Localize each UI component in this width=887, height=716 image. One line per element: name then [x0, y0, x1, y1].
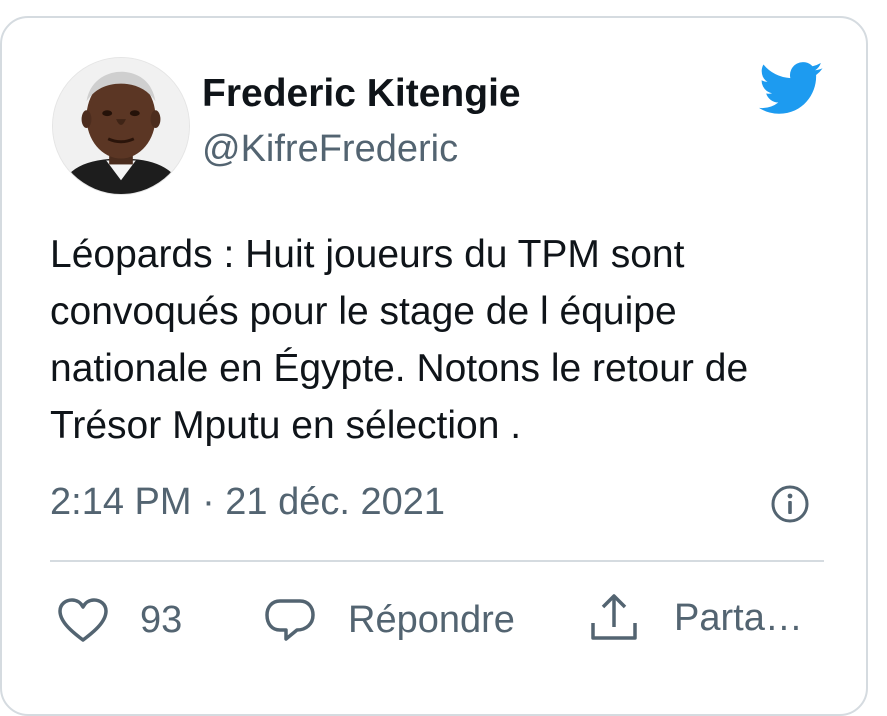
- share-upload-icon: [591, 594, 637, 640]
- info-icon[interactable]: [770, 484, 810, 524]
- speech-bubble-icon: [265, 599, 315, 641]
- reply-button[interactable]: Répondre: [264, 596, 515, 644]
- avatar-image: [53, 58, 189, 194]
- share-button[interactable]: Parta…: [588, 591, 803, 645]
- heart-icon: [58, 598, 108, 642]
- tweet-text: Léopards : Huit joueurs du TPM sont conv…: [50, 233, 749, 447]
- avatar[interactable]: [52, 57, 190, 195]
- tweet-timestamp[interactable]: 2:14 PM · 21 déc. 2021: [50, 478, 445, 526]
- author-handle[interactable]: @KifreFrederic: [202, 125, 458, 173]
- like-count: 93: [140, 599, 183, 641]
- twitter-bird-icon[interactable]: [756, 60, 824, 116]
- like-button[interactable]: 93: [56, 596, 182, 644]
- reply-label: Répondre: [348, 599, 515, 641]
- author-display-name[interactable]: Frederic Kitengie: [202, 70, 521, 118]
- divider: [50, 560, 824, 562]
- share-label: Parta…: [674, 597, 803, 639]
- tweet-card: Frederic Kitengie @KifreFrederic Léopard…: [0, 16, 868, 716]
